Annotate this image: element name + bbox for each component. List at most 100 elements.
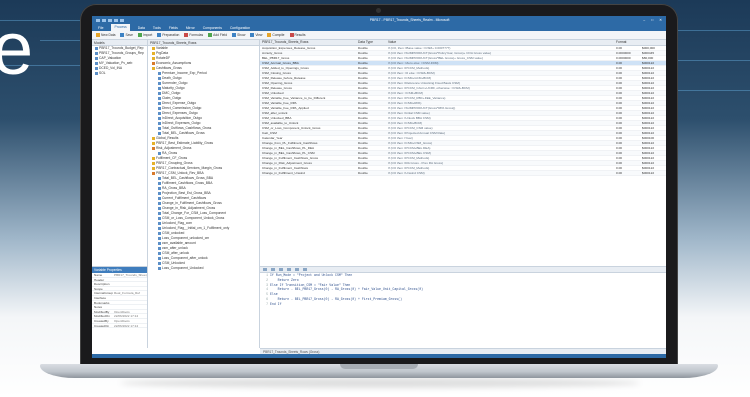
property-row[interactable]: CreatedOn 22/06/2022 17:14 [92,324,147,329]
cell-type: Double [358,161,368,165]
cell-format: 0.0000000 [616,51,631,55]
model-label: DCED_Vol_INA [99,66,123,70]
find-icon[interactable] [279,268,283,271]
table-row[interactable]: Change_in_Fulfillment_Unwind Double If (t=… [260,171,666,176]
formula-editor[interactable]: 1 If Run_Mode = "Project and Unlock CSM" … [260,266,666,348]
tree-item-label: DMC_Outgo [162,91,181,95]
tree-item-label: CSM_unlocked [162,231,185,235]
cell-type: Double [358,71,368,75]
cell-name: CSM_or_Loss_Component_Unlock_Gross [262,126,321,130]
results-icon [289,33,294,38]
column-header-extra[interactable] [640,40,666,45]
cell-extra: $000122 [642,171,655,175]
ribbon-button[interactable]: Show [232,33,245,38]
cell-name: CSM_Accrual_Gross_BBA [262,61,299,65]
column-header-format[interactable]: Format [614,40,640,45]
tree-item-label: Current_Fulfilment_Cashflows [162,196,207,200]
menu-item-data[interactable]: Data [138,26,145,30]
cell-value: If (t=0 then =Unwind CSM) [388,171,425,175]
tree-item-label: Cashflows_Gross [156,66,182,70]
ribbon-button[interactable]: View [250,32,263,38]
tree-item[interactable]: Loss_Component_Unlocked [148,266,259,271]
menu-item-process[interactable]: Process [111,24,130,31]
new-icon [96,33,100,38]
format-icon[interactable] [295,268,299,271]
menu-bar: File Process Data Tools Fields Mirror Componen… [92,24,666,31]
ribbon-button[interactable]: Import [138,32,153,38]
cell-format: 0.00 [616,61,623,65]
cell-value: If (t=0 then =PCCM_CALC+UCRF, otherwise:… [388,86,470,90]
ribbon-button-label: View [255,32,263,37]
variable-icon [158,216,161,220]
tree-item-label: Fulfilment_CF_Gross [156,156,188,160]
cell-extra: $000122 [642,131,655,135]
ribbon-button[interactable]: Compile [267,33,285,38]
property-value: OpenRoots [114,309,130,314]
ribbon-button-label: Preparation [162,32,180,37]
tree-item-label: RotateDF [156,56,171,60]
folder-icon [152,171,155,175]
code-line[interactable]: 7 End If [260,302,666,307]
undo-icon[interactable] [263,268,267,271]
menu-item-configuration[interactable]: Configuration [230,26,250,30]
cell-type: Double [358,46,368,50]
column-header-name[interactable]: PBR17_Trounds_Sheets_Rows [260,40,356,45]
cell-format: 0.00 [616,146,623,150]
menu-item-tools[interactable]: Tools [153,26,161,30]
column-header-type[interactable]: Data Type [356,40,386,45]
minimize-icon[interactable]: – [643,18,645,22]
ribbon-button[interactable]: Formulas [184,33,203,38]
property-key: Interface [94,295,107,300]
column-header-value[interactable]: Value [386,40,614,45]
window-controls[interactable]: – □ ✕ [643,18,662,22]
menu-item-file[interactable]: File [98,26,103,30]
property-key: CreatedBy [94,318,109,323]
ribbon-button[interactable]: Add Field [208,33,227,38]
cell-value: If (t=0 then =Initial CSM value) [388,111,430,115]
property-key: Scope [94,286,103,291]
ribbon-button[interactable]: Results [289,33,306,38]
close-icon[interactable]: ✕ [659,18,662,22]
cell-extra: $000,000 [642,46,655,50]
code-text: Return - BEL_PBR17_Gross(0) - RA_Gross(0… [270,296,402,301]
maximize-icon[interactable]: □ [651,18,653,22]
variable-icon [158,221,161,225]
folder-icon [152,146,155,150]
cell-extra: $000122 [642,61,655,65]
variable-icon [158,81,161,85]
ribbon-button-label: Save [125,32,133,37]
redo-icon[interactable] [271,268,275,271]
quick-access-toolbar[interactable] [96,18,176,22]
comment-icon[interactable] [287,268,291,271]
ribbon-button-label: Import [143,32,153,37]
validate-icon[interactable] [303,268,307,271]
menu-item-components[interactable]: Components [203,26,222,30]
variable-icon [158,256,161,260]
add-icon [208,33,213,38]
cell-extra: $000445 [642,51,655,55]
cell-name: Change_in_BEL_Cashflows_PL_DEA [262,146,315,150]
line-number: 7 [266,301,268,306]
cell-format: 0.00 [616,171,623,175]
cell-format: 0.00 [616,106,623,110]
tree-item-label: Total_Outflows_Cashflows_Gross [162,126,212,130]
cell-type: Double [358,171,368,175]
cell-name: CSM_Variable_Fee_RPA [262,101,297,105]
model-icon [95,56,98,60]
folder-icon [152,161,155,165]
folder-icon [152,156,155,160]
tree-item-label: CSM_or_Loss_Component_Unlock_Gross [162,216,225,220]
menu-item-mirror[interactable]: Mirror [186,26,195,30]
variable-icon [158,226,161,230]
menu-item-fields[interactable]: Fields [169,26,178,30]
ribbon-button[interactable]: Preparation [157,32,180,38]
variable-icon [158,241,161,245]
ribbon-button[interactable]: New Data [96,33,115,38]
tree-item-label: Unlocked_Flag__Initial_cm_1_Fulfilment_o… [162,226,230,230]
cell-name: CSM_Added_to_Openings_Gross [262,66,309,70]
ribbon-button[interactable]: Save [120,32,133,38]
tree-item-label: PBR17_Grouping_Gross [156,161,193,165]
cell-value: If (t=0 then =RA Gross - Prev RA Gross) [388,161,444,165]
variable-icon [158,211,161,215]
model-item[interactable]: SOL [92,71,147,76]
